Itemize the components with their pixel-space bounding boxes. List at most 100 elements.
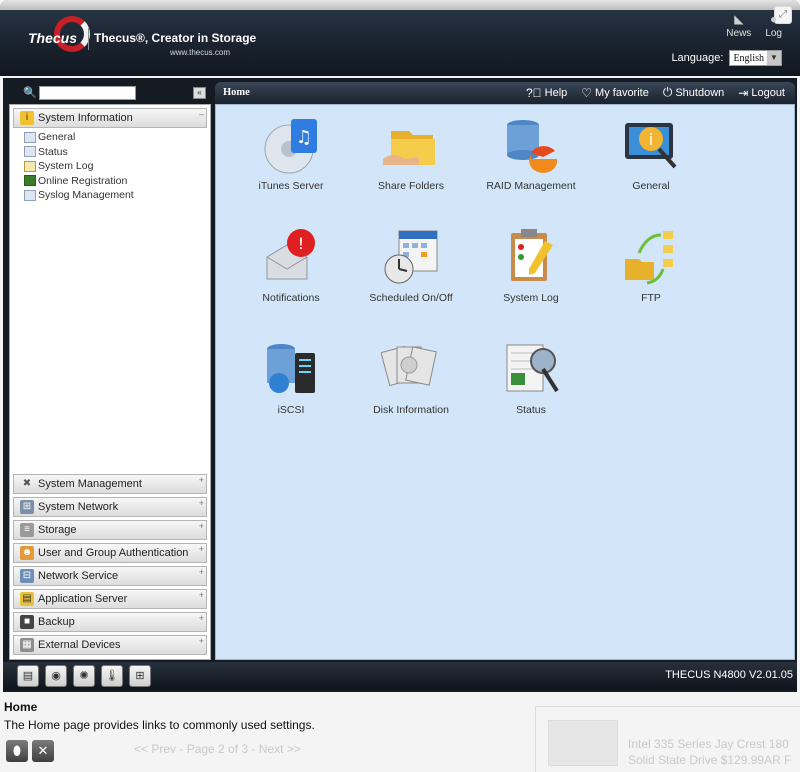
tile-label: FTP: [641, 292, 661, 304]
favorite-label: My favorite: [595, 86, 649, 99]
favorite-button[interactable]: ♡ My favorite: [581, 85, 649, 100]
collapse-sidebar-button[interactable]: «: [193, 87, 206, 99]
schedule-icon: [381, 227, 441, 289]
website-url: www.thecus.com: [170, 48, 231, 57]
raid-icon: [501, 115, 561, 177]
sidebar-group-system-information[interactable]: i System Information –: [13, 108, 207, 128]
thermometer-icon[interactable]: 🌡: [101, 665, 123, 687]
sidebar-group-user-authentication[interactable]: ☻ User and Group Authentication +: [13, 543, 207, 563]
heart-icon: ♡: [581, 85, 593, 100]
storage-icon: ≡: [20, 523, 34, 537]
group-label: Backup: [38, 616, 75, 628]
expand-icon: +: [198, 567, 204, 577]
sidebar-item-status[interactable]: Status: [24, 145, 210, 160]
expand-icon: +: [198, 475, 204, 485]
toolbar-actions: ?⃝ Help ♡ My favorite ⏻ Shutdown ⇥ Logou…: [526, 85, 785, 100]
tools-icon: ✖: [22, 478, 32, 489]
help-button[interactable]: ?⃝ Help: [526, 85, 567, 100]
tile-ftp[interactable]: FTP: [596, 227, 706, 304]
sidebar-group-application-server[interactable]: ▤ Application Server +: [13, 589, 207, 609]
chevron-down-icon: ▼: [767, 51, 781, 65]
info-title: Home: [4, 700, 38, 714]
search-input[interactable]: [39, 86, 136, 100]
network-tree-icon[interactable]: ⊞: [129, 665, 151, 687]
rss-icon: ◣: [734, 12, 744, 26]
info-buttons: ⬮ ✕: [6, 740, 54, 762]
ftp-icon: [621, 227, 681, 289]
tile-system-log[interactable]: System Log: [476, 227, 586, 304]
search-icon: 🔍: [23, 87, 37, 99]
expand-icon: +: [198, 544, 204, 554]
tile-notifications[interactable]: ! Notifications: [236, 227, 346, 304]
iscsi-icon: [261, 339, 321, 401]
tile-label: Share Folders: [378, 180, 444, 192]
group-label: System Information: [38, 112, 133, 124]
expand-icon: +: [198, 613, 204, 623]
item-label: Syslog Management: [38, 189, 134, 202]
svg-text:i: i: [649, 130, 653, 149]
disk-icon[interactable]: ◉: [45, 665, 67, 687]
collapse-icon: –: [198, 109, 204, 119]
logout-button[interactable]: ⇥ Logout: [738, 85, 785, 100]
info-text: The Home page provides links to commonly…: [4, 718, 315, 732]
logout-label: Logout: [751, 86, 785, 99]
svg-text:!: !: [298, 234, 304, 253]
log-link[interactable]: ● Log: [765, 12, 782, 39]
tile-iscsi[interactable]: iSCSI: [236, 339, 346, 416]
registration-icon: [24, 175, 36, 187]
sidebar-group-storage[interactable]: ≡ Storage +: [13, 520, 207, 540]
expand-icon: +: [198, 590, 204, 600]
sidebar-item-general[interactable]: General: [24, 130, 210, 145]
tile-raid-management[interactable]: RAID Management: [476, 115, 586, 192]
network-icon: ⊞: [20, 500, 34, 514]
server-icon[interactable]: ▤: [17, 665, 39, 687]
close-icon[interactable]: ✕: [32, 740, 54, 762]
tile-scheduled-on-off[interactable]: Scheduled On/Off: [356, 227, 466, 304]
status-icon: [501, 339, 561, 401]
sidebar-group-network-service[interactable]: ⊟ Network Service +: [13, 566, 207, 586]
sidebar-item-system-log[interactable]: System Log: [24, 159, 210, 174]
clipboard-log-icon: [501, 227, 561, 289]
application-icon: ▤: [20, 592, 34, 606]
language-value: English: [733, 52, 764, 64]
tile-share-folders[interactable]: Share Folders: [356, 115, 466, 192]
sidebar-item-online-registration[interactable]: Online Registration: [24, 174, 210, 189]
tile-itunes-server[interactable]: ♫ iTunes Server: [236, 115, 346, 192]
log-icon: [24, 160, 36, 172]
sidebar-item-syslog-management[interactable]: Syslog Management: [24, 188, 210, 203]
group-label: Network Service: [38, 570, 119, 582]
expand-icon: +: [198, 498, 204, 508]
help-info-panel: Home The Home page provides links to com…: [0, 696, 800, 772]
tile-disk-information[interactable]: Disk Information: [356, 339, 466, 416]
main-frame: 🔍 « i System Information – General Statu…: [3, 78, 797, 692]
tile-label: Notifications: [262, 292, 320, 304]
status-icon: [24, 146, 36, 158]
monitor-icon: [24, 131, 36, 143]
notification-icon: !: [261, 227, 321, 289]
fan-icon[interactable]: ✺: [73, 665, 95, 687]
svg-text:♫: ♫: [296, 127, 312, 148]
shutdown-button[interactable]: ⏻ Shutdown: [663, 85, 724, 100]
slogan: Thecus®, Creator in Storage: [94, 31, 257, 45]
app-header: Thecus Thecus®, Creator in Storage www.t…: [0, 0, 800, 76]
sidebar-groups: ✖ System Management + ⊞ System Network +…: [10, 471, 210, 655]
logout-icon: ⇥: [738, 85, 749, 100]
tile-status[interactable]: Status: [476, 339, 586, 416]
shared-folder-icon: [381, 115, 441, 177]
sidebar-group-system-management[interactable]: ✖ System Management +: [13, 474, 207, 494]
sidebar-group-system-network[interactable]: ⊞ System Network +: [13, 497, 207, 517]
sidebar: i System Information – General Status Sy…: [9, 104, 211, 660]
help-label: Help: [544, 86, 568, 99]
tile-label: iSCSI: [277, 404, 305, 416]
language-select[interactable]: English ▼: [729, 50, 782, 66]
group-label: Application Server: [38, 593, 128, 605]
news-link[interactable]: ◣ News: [726, 12, 751, 39]
sidebar-group-external-devices[interactable]: ▦ External Devices +: [13, 635, 207, 655]
tile-label: General: [632, 180, 670, 192]
syslog-icon: [24, 189, 36, 201]
tile-general[interactable]: i General: [596, 115, 706, 192]
sidebar-group-backup[interactable]: ■ Backup +: [13, 612, 207, 632]
pin-icon[interactable]: ⬮: [6, 740, 28, 762]
disk-info-icon: [380, 339, 441, 401]
itunes-icon: ♫: [261, 115, 321, 177]
